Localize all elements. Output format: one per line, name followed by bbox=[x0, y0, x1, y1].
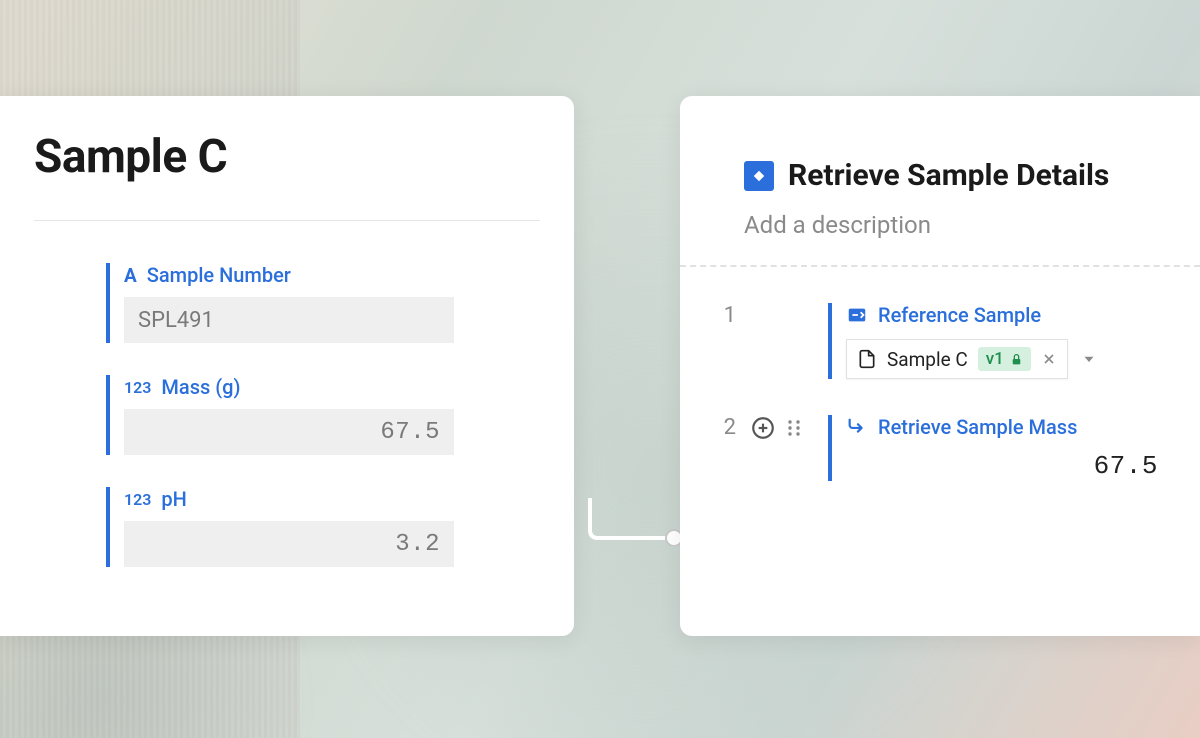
field-label-text: pH bbox=[161, 487, 186, 511]
sample-detail-panel: Sample C A Sample Number SPL491 123 Mass… bbox=[0, 96, 574, 636]
step-number: 2 bbox=[714, 415, 736, 440]
number-type-icon: 123 bbox=[124, 490, 151, 509]
workflow-description[interactable]: Add a description bbox=[744, 211, 1158, 239]
mass-field: 123 Mass (g) 67.5 bbox=[106, 375, 454, 455]
version-badge: v1 bbox=[978, 347, 1031, 371]
ph-value[interactable]: 3.2 bbox=[124, 521, 454, 567]
chip-dropdown-caret[interactable] bbox=[1080, 350, 1098, 368]
step-label: Reference Sample bbox=[846, 303, 1158, 327]
step-result-value: 67.5 bbox=[846, 451, 1158, 481]
workflow-header: Retrieve Sample Details Add a descriptio… bbox=[680, 96, 1200, 267]
step-label: Retrieve Sample Mass bbox=[846, 415, 1158, 439]
reference-chip-row: Sample C v1 bbox=[846, 339, 1158, 379]
reference-icon bbox=[846, 304, 868, 326]
sample-number-value[interactable]: SPL491 bbox=[124, 297, 454, 343]
sample-reference-chip[interactable]: Sample C v1 bbox=[846, 339, 1068, 379]
workflow-title: Retrieve Sample Details bbox=[788, 158, 1109, 193]
document-icon bbox=[857, 348, 877, 370]
sample-field-group: A Sample Number SPL491 123 Mass (g) 67.5… bbox=[34, 263, 454, 567]
module-icon bbox=[744, 161, 774, 191]
text-type-icon: A bbox=[124, 264, 137, 287]
ph-field: 123 pH 3.2 bbox=[106, 487, 454, 567]
workflow-step: 1 Reference Sample bbox=[714, 303, 1158, 379]
retrieve-icon bbox=[846, 416, 868, 438]
step-label-text: Reference Sample bbox=[878, 303, 1041, 327]
step-number: 1 bbox=[714, 303, 736, 328]
ph-label: 123 pH bbox=[124, 487, 454, 511]
workflow-step: 2 Retrieve Sample Mass bbox=[714, 415, 1158, 481]
step-label-text: Retrieve Sample Mass bbox=[878, 415, 1077, 439]
lock-icon bbox=[1010, 353, 1023, 366]
sample-title: Sample C bbox=[34, 130, 540, 221]
step-tools bbox=[750, 415, 814, 441]
step-body: Retrieve Sample Mass 67.5 bbox=[828, 415, 1158, 481]
number-type-icon: 123 bbox=[124, 378, 151, 397]
field-label-text: Mass (g) bbox=[161, 375, 240, 399]
drag-handle-icon[interactable] bbox=[786, 416, 802, 440]
field-label-text: Sample Number bbox=[147, 263, 291, 287]
workflow-panel: Retrieve Sample Details Add a descriptio… bbox=[680, 96, 1200, 636]
workflow-title-row: Retrieve Sample Details bbox=[744, 158, 1158, 193]
sample-number-label: A Sample Number bbox=[124, 263, 454, 287]
add-step-button[interactable] bbox=[750, 415, 776, 441]
step-body: Reference Sample Sample C v1 bbox=[828, 303, 1158, 379]
mass-label: 123 Mass (g) bbox=[124, 375, 454, 399]
mass-value[interactable]: 67.5 bbox=[124, 409, 454, 455]
sample-number-field: A Sample Number SPL491 bbox=[106, 263, 454, 343]
chip-name: Sample C bbox=[887, 348, 968, 371]
version-text: v1 bbox=[986, 349, 1004, 369]
remove-chip-button[interactable] bbox=[1041, 351, 1057, 367]
workflow-steps: 1 Reference Sample bbox=[680, 267, 1200, 481]
